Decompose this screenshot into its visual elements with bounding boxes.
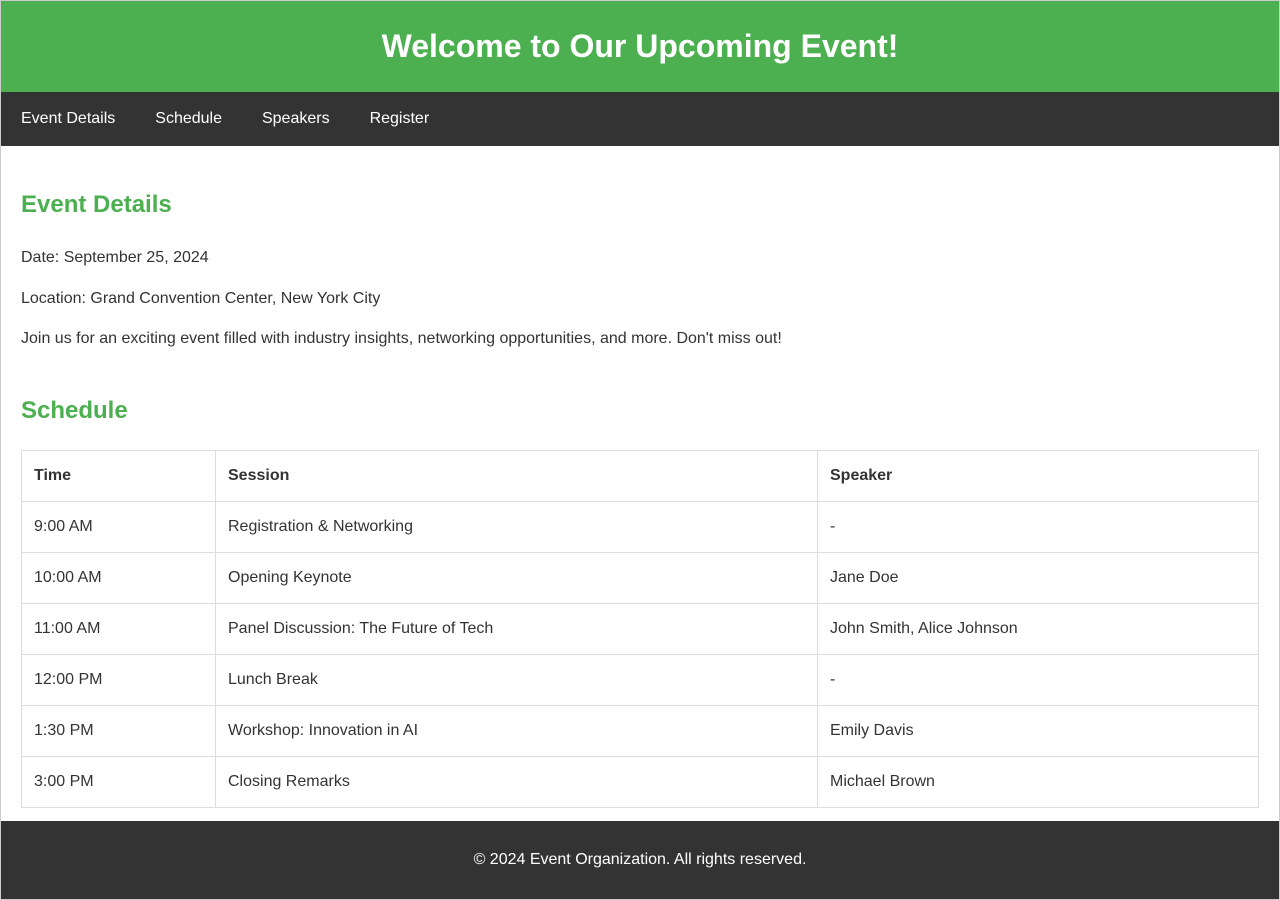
column-header-session: Session <box>215 450 818 502</box>
column-header-speaker: Speaker <box>817 450 1259 502</box>
cell-session: Registration & Networking <box>215 501 818 553</box>
table-row: 9:00 AM Registration & Networking - <box>21 501 1259 553</box>
cell-time: 10:00 AM <box>21 552 216 604</box>
cell-speaker: - <box>817 501 1259 553</box>
table-row: 12:00 PM Lunch Break - <box>21 654 1259 706</box>
cell-time: 1:30 PM <box>21 705 216 757</box>
event-details-section: Event Details Date: September 25, 2024 L… <box>21 146 1259 348</box>
table-row: 3:00 PM Closing Remarks Michael Brown <box>21 756 1259 808</box>
main-content: Event Details Date: September 25, 2024 L… <box>1 146 1279 808</box>
cell-speaker: Emily Davis <box>817 705 1259 757</box>
event-details-heading: Event Details <box>21 191 172 218</box>
column-header-time: Time <box>21 450 216 502</box>
schedule-heading: Schedule <box>21 397 128 424</box>
table-row: 11:00 AM Panel Discussion: The Future of… <box>21 603 1259 655</box>
event-description: Join us for an exciting event filled wit… <box>21 330 782 347</box>
cell-session: Panel Discussion: The Future of Tech <box>215 603 818 655</box>
cell-time: 9:00 AM <box>21 501 216 553</box>
page-frame: Welcome to Our Upcoming Event! Event Det… <box>0 0 1280 900</box>
cell-time: 11:00 AM <box>21 603 216 655</box>
main-nav: Event Details Schedule Speakers Register <box>1 92 1279 146</box>
table-row: 1:30 PM Workshop: Innovation in AI Emily… <box>21 705 1259 757</box>
cell-time: 12:00 PM <box>21 654 216 706</box>
cell-session: Workshop: Innovation in AI <box>215 705 818 757</box>
cell-session: Closing Remarks <box>215 756 818 808</box>
page-title: Welcome to Our Upcoming Event! <box>381 28 899 64</box>
nav-link-speakers[interactable]: Speakers <box>262 110 330 128</box>
cell-time: 3:00 PM <box>21 756 216 808</box>
schedule-table: Time Session Speaker 9:00 AM Registratio… <box>21 450 1259 808</box>
nav-link-register[interactable]: Register <box>370 110 430 128</box>
nav-link-event-details[interactable]: Event Details <box>21 110 115 128</box>
schedule-section: Schedule Time Session Speaker 9:00 AM Re… <box>21 397 1259 808</box>
page-header: Welcome to Our Upcoming Event! <box>1 1 1279 92</box>
page-footer: © 2024 Event Organization. All rights re… <box>1 821 1279 899</box>
copyright-text: © 2024 Event Organization. All rights re… <box>473 851 807 868</box>
event-date: Date: September 25, 2024 <box>21 249 209 266</box>
cell-speaker: - <box>817 654 1259 706</box>
table-row: 10:00 AM Opening Keynote Jane Doe <box>21 552 1259 604</box>
cell-session: Lunch Break <box>215 654 818 706</box>
cell-speaker: John Smith, Alice Johnson <box>817 603 1259 655</box>
table-header-row: Time Session Speaker <box>21 450 1259 502</box>
event-location: Location: Grand Convention Center, New Y… <box>21 290 381 307</box>
nav-link-schedule[interactable]: Schedule <box>155 110 222 128</box>
cell-speaker: Jane Doe <box>817 552 1259 604</box>
cell-speaker: Michael Brown <box>817 756 1259 808</box>
cell-session: Opening Keynote <box>215 552 818 604</box>
